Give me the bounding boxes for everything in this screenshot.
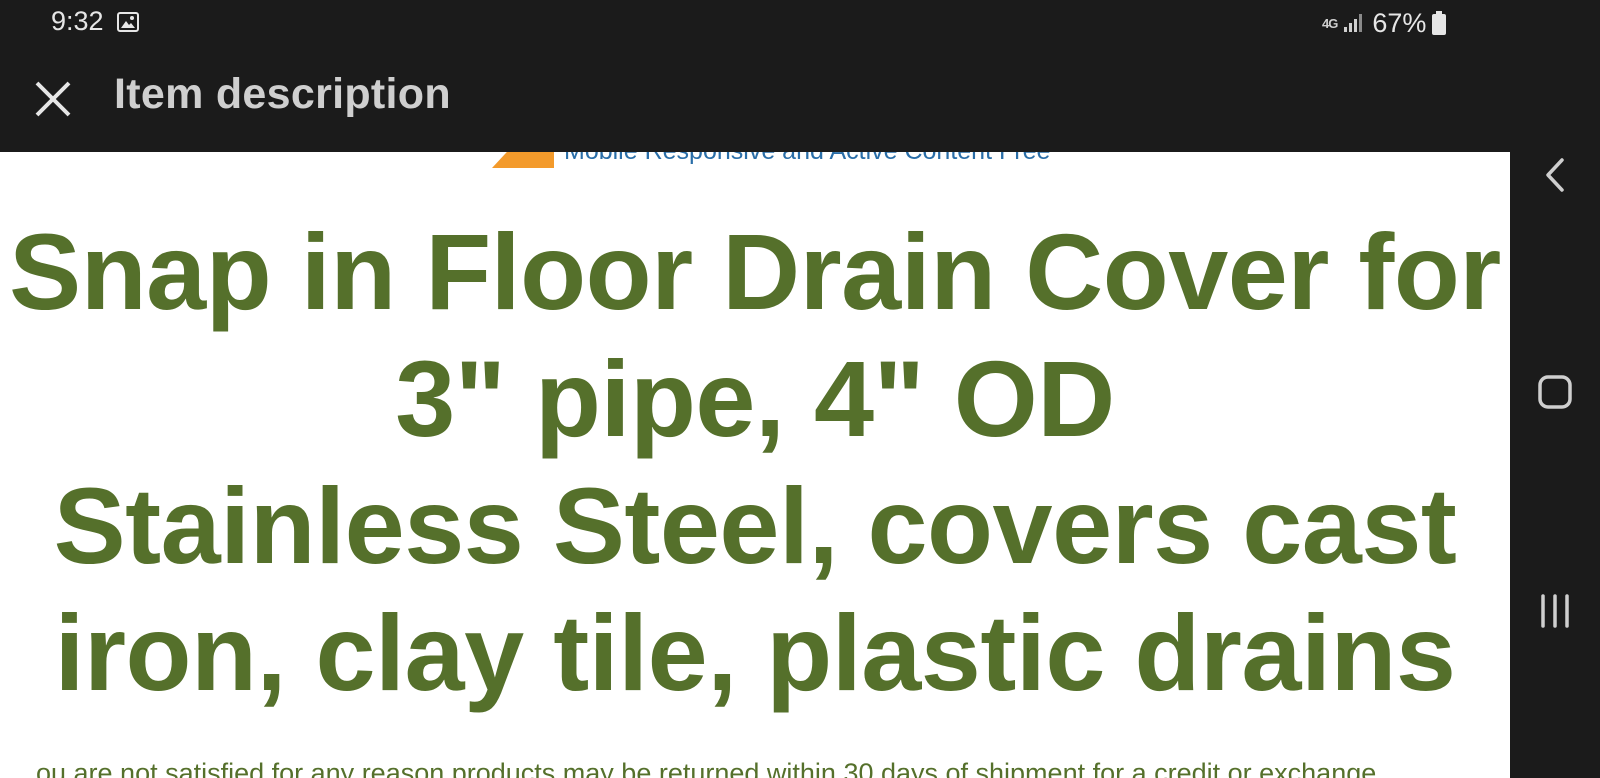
close-button[interactable] [25,71,81,127]
banner-logo [492,152,554,168]
home-square-icon [1538,375,1572,409]
banner-text: Mobile Responsive and Active Content Fre… [564,152,1050,168]
navigation-bar [1510,0,1600,778]
item-headline: Snap in Floor Drain Cover for 3" pipe, 4… [0,208,1510,716]
battery-icon [1432,11,1447,35]
screen: 9:32 4G 67% Item description Snap in Flo… [0,0,1600,778]
back-button[interactable] [1526,146,1584,204]
headline-line: iron, clay tile, plastic drains [54,592,1457,713]
headline-line: Stainless Steel, covers cast [53,465,1457,586]
battery-percent: 67% [1372,7,1427,38]
home-button[interactable] [1526,363,1584,421]
headline-line: Snap in Floor Drain Cover for [9,211,1501,332]
status-time: 9:32 [51,6,104,36]
back-chevron-icon [1546,158,1564,192]
close-icon [35,81,71,117]
status-bar: 9:32 4G 67% [0,0,1510,48]
page-title: Item description [114,70,451,118]
app-bar: Item description [0,48,1510,152]
gallery-notification-icon [117,12,139,32]
signal-strength-icon [1343,13,1363,33]
return-policy-text: ou are not satisfied for any reason prod… [36,758,1377,778]
headline-line: 3" pipe, 4" OD [395,338,1115,459]
recents-icon [1541,594,1569,628]
network-type-label: 4G [1322,15,1338,31]
item-description-content[interactable]: Mobile Responsive and Active Content Fre… [0,152,1510,778]
banner: Mobile Responsive and Active Content Fre… [484,152,1054,168]
status-indicators: 4G 67% [1322,6,1447,40]
recents-button[interactable] [1526,582,1584,640]
